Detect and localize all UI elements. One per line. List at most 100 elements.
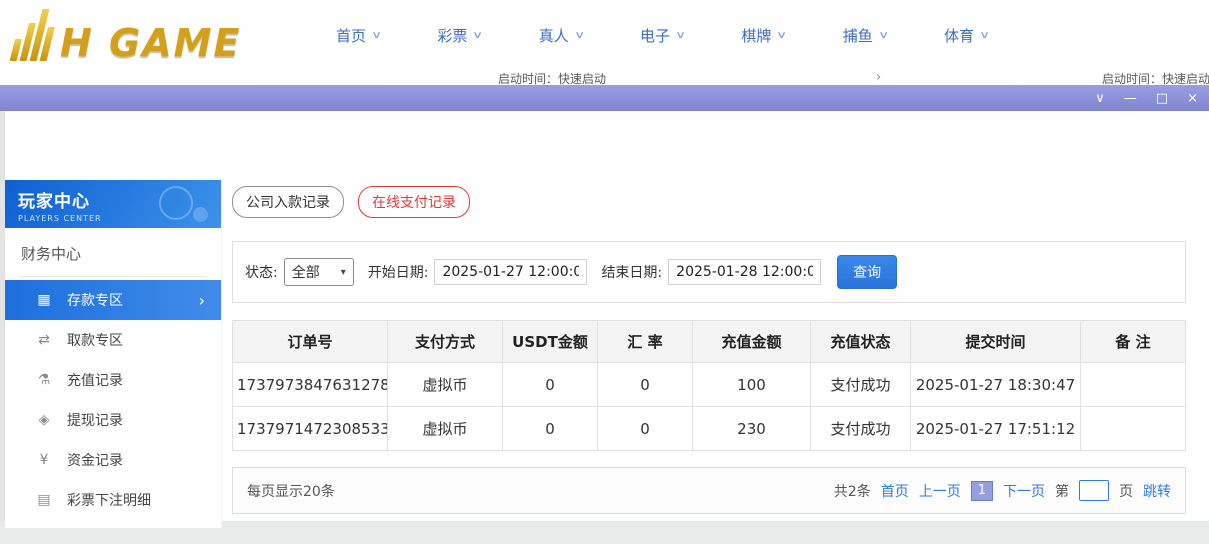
- jump-button[interactable]: 跳转: [1143, 481, 1171, 501]
- chevron-down-icon: ∨: [473, 30, 484, 41]
- chevron-down-icon: ∨: [371, 30, 382, 41]
- cell-usdt-amount: 0: [503, 363, 598, 407]
- pagination-controls: 共2条 首页 上一页 1 下一页 第 页 跳转: [834, 480, 1171, 501]
- cell-recharge-status: 支付成功: [811, 407, 911, 451]
- window-controls: ∨ — □ ×: [1095, 92, 1209, 105]
- sidebar-header: 玩家中心 PLAYERS CENTER: [5, 180, 221, 228]
- sidebar-item-withdraw-zone[interactable]: ⇄ 取款专区: [5, 320, 221, 360]
- table-row: 1737971472308533 虚拟币 0 0 230 支付成功 2025-0…: [233, 407, 1186, 451]
- pagination-prev[interactable]: 上一页: [919, 481, 961, 501]
- nav-item-fishing[interactable]: 捕鱼 ∨: [843, 25, 887, 46]
- cell-payment-method: 虚拟币: [388, 407, 503, 451]
- header-payment-method: 支付方式: [388, 321, 503, 363]
- carousel-arrow-icon: ›: [876, 70, 881, 85]
- nav-item-live[interactable]: 真人∨: [539, 25, 583, 46]
- sidebar-subtitle: PLAYERS CENTER: [18, 214, 221, 223]
- main-nav: 首页∨ 彩票∨ 真人∨ 电子∨ 棋牌∨ 捕鱼∨ 体育∨: [336, 25, 988, 46]
- cell-usdt-amount: 0: [503, 407, 598, 451]
- nav-label: 真人: [539, 25, 569, 46]
- pagination-bar: 每页显示20条 共2条 首页 上一页 1 下一页 第 页 跳转: [232, 467, 1186, 514]
- background-page-strip: 启动时间：快速启动 › 启动时间：快速启动: [0, 69, 1209, 85]
- sidebar-item-funds-records[interactable]: ¥ 资金记录: [5, 440, 221, 480]
- cell-recharge-amount: 100: [693, 363, 811, 407]
- cell-order-id: 1737973847631278: [233, 363, 388, 407]
- sidebar-menu: ▦ 存款专区 › ⇄ 取款专区 ⚗ 充值记录 ◈ 提现记录 ¥ 资金记录 ▤ 彩…: [5, 280, 221, 520]
- filter-bar: 状态: 全部 ▾ 开始日期: 结束日期: 查询: [232, 241, 1186, 303]
- status-select-value: 全部: [292, 262, 320, 282]
- select-arrow-icon: ▾: [341, 267, 346, 278]
- cell-submit-time: 2025-01-27 18:30:47: [911, 363, 1081, 407]
- cell-remark: [1081, 363, 1186, 407]
- decor-circle: [159, 186, 193, 220]
- sidebar-item-label: 取款专区: [67, 330, 123, 350]
- logo-text: H GAME: [60, 25, 241, 61]
- header-recharge-status: 充值状态: [811, 321, 911, 363]
- nav-label: 彩票: [437, 25, 467, 46]
- tab-online-payment-records[interactable]: 在线支付记录: [358, 186, 470, 218]
- tab-company-deposit-records[interactable]: 公司入款记录: [232, 186, 344, 218]
- sidebar: 玩家中心 PLAYERS CENTER 财务中心 ▦ 存款专区 › ⇄ 取款专区…: [5, 180, 222, 528]
- status-label: 状态:: [245, 262, 278, 282]
- sidebar-section-label: 财务中心: [19, 228, 207, 277]
- chevron-down-icon: ∨: [675, 30, 686, 41]
- page-jump-input[interactable]: [1079, 480, 1109, 501]
- nav-item-chess[interactable]: 棋牌 ∨: [741, 25, 785, 46]
- sidebar-item-withdrawal-records[interactable]: ◈ 提现记录: [5, 400, 221, 440]
- cell-recharge-amount: 230: [693, 407, 811, 451]
- site-logo[interactable]: H GAME: [16, 9, 284, 61]
- sidebar-item-label: 资金记录: [67, 450, 123, 470]
- records-table: 订单号 支付方式 USDT金额 汇 率 充值金额 充值状态 提交时间 备 注 1…: [232, 320, 1186, 451]
- header-remark: 备 注: [1081, 321, 1186, 363]
- deposit-icon: ▦: [35, 292, 53, 308]
- background-page-text: 启动时间：快速启动: [498, 70, 606, 85]
- recharge-records-icon: ⚗: [35, 372, 53, 388]
- withdraw-icon: ⇄: [35, 332, 53, 348]
- chevron-down-icon: ∨: [878, 30, 889, 41]
- sidebar-item-label: 充值记录: [67, 370, 123, 390]
- status-select[interactable]: 全部 ▾: [284, 258, 354, 286]
- chevron-right-icon: ›: [199, 291, 205, 310]
- search-button[interactable]: 查询: [837, 255, 897, 289]
- header-order-id: 订单号: [233, 321, 388, 363]
- collapse-icon[interactable]: ∨: [1095, 92, 1105, 105]
- nav-label: 棋牌: [741, 25, 771, 46]
- minimize-icon[interactable]: —: [1124, 92, 1137, 105]
- sidebar-item-lottery-bet-details[interactable]: ▤ 彩票下注明细: [5, 480, 221, 520]
- nav-label: 捕鱼: [843, 25, 873, 46]
- nav-label: 首页: [336, 25, 366, 46]
- cell-recharge-status: 支付成功: [811, 363, 911, 407]
- nav-item-home[interactable]: 首页 ∨: [336, 25, 380, 46]
- start-date-input[interactable]: [434, 259, 587, 285]
- funds-records-icon: ¥: [35, 452, 53, 468]
- table-row: 1737973847631278 虚拟币 0 0 100 支付成功 2025-0…: [233, 363, 1186, 407]
- cell-submit-time: 2025-01-27 17:51:12: [911, 407, 1081, 451]
- main-content: 公司入款记录 在线支付记录 状态: 全部 ▾ 开始日期: 结束日期: 查询 订单…: [232, 186, 1186, 514]
- header-submit-time: 提交时间: [911, 321, 1081, 363]
- start-date-label: 开始日期:: [368, 262, 429, 282]
- pagination-next[interactable]: 下一页: [1003, 481, 1045, 501]
- pagination-first[interactable]: 首页: [881, 481, 909, 501]
- cell-exchange-rate: 0: [598, 407, 693, 451]
- header-recharge-amount: 充值金额: [693, 321, 811, 363]
- nav-item-lottery[interactable]: 彩票 ∨: [437, 25, 481, 46]
- background-page-text: 启动时间：快速启动: [1102, 70, 1209, 85]
- sidebar-item-recharge-records[interactable]: ⚗ 充值记录: [5, 360, 221, 400]
- header-exchange-rate: 汇 率: [598, 321, 693, 363]
- maximize-icon[interactable]: □: [1156, 92, 1168, 105]
- nav-item-electronic[interactable]: 电子 ∨: [640, 25, 684, 46]
- per-page-label: 每页显示20条: [247, 481, 335, 501]
- table-header-row: 订单号 支付方式 USDT金额 汇 率 充值金额 充值状态 提交时间 备 注: [233, 321, 1186, 363]
- cell-remark: [1081, 407, 1186, 451]
- sidebar-item-deposit-zone[interactable]: ▦ 存款专区 ›: [5, 280, 221, 320]
- end-date-input[interactable]: [668, 259, 821, 285]
- nav-item-sports[interactable]: 体育∨: [944, 25, 988, 46]
- header-usdt-amount: USDT金额: [503, 321, 598, 363]
- nav-label: 电子: [640, 25, 670, 46]
- pagination-current-page[interactable]: 1: [971, 481, 993, 501]
- lottery-details-icon: ▤: [35, 492, 53, 508]
- logo-bars-icon: [10, 9, 60, 61]
- window-titlebar: ∨ — □ ×: [0, 85, 1209, 111]
- close-icon[interactable]: ×: [1187, 92, 1198, 105]
- chevron-down-icon: ∨: [777, 30, 788, 41]
- chevron-down-icon: ∨: [979, 30, 990, 41]
